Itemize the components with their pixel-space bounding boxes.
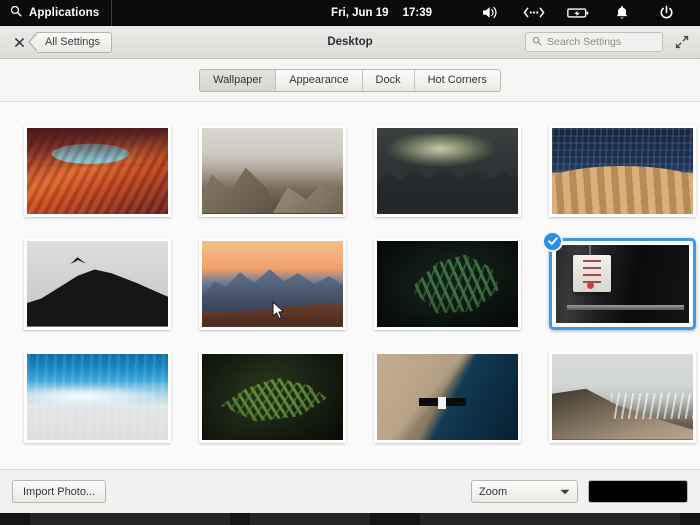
system-tray <box>468 0 700 26</box>
wallpaper-cell[interactable] <box>535 114 700 227</box>
wallpaper-snowy-mountains[interactable] <box>199 125 346 217</box>
import-photo-label: Import Photo... <box>23 486 95 498</box>
tab-appearance-label: Appearance <box>289 74 348 86</box>
tab-dock[interactable]: Dock <box>363 70 415 91</box>
search-placeholder: Search Settings <box>547 36 621 48</box>
all-settings-label: All Settings <box>41 36 100 48</box>
tab-hot-corners[interactable]: Hot Corners <box>415 70 500 91</box>
wallpaper-misty-forest[interactable] <box>374 125 521 217</box>
applications-menu[interactable]: Applications <box>0 0 111 26</box>
panel-divider <box>111 0 112 26</box>
tab-wallpaper-label: Wallpaper <box>213 74 262 86</box>
wallpaper-cell[interactable] <box>360 340 535 453</box>
applications-label: Applications <box>29 7 99 19</box>
zoom-dropdown[interactable]: Zoom <box>471 480 578 503</box>
wallpaper-cell[interactable] <box>185 227 360 340</box>
wallpaper-sunset-mountains[interactable] <box>199 238 346 330</box>
close-button[interactable] <box>9 32 29 52</box>
zoom-value-label: Zoom <box>479 486 507 498</box>
wallpaper-cell[interactable] <box>535 340 700 453</box>
wallpaper-wooden-dock[interactable] <box>549 125 696 217</box>
wallpaper-aerial-coast[interactable] <box>374 351 521 443</box>
wallpaper-cell[interactable] <box>360 114 535 227</box>
wallpaper-coastal-cliff[interactable] <box>549 351 696 443</box>
network-icon[interactable] <box>512 0 556 26</box>
background-color-button[interactable] <box>588 480 688 503</box>
tab-appearance[interactable]: Appearance <box>276 70 362 91</box>
tab-dock-label: Dock <box>376 74 401 86</box>
wallpaper-cedar-branch[interactable] <box>199 351 346 443</box>
tab-group: Wallpaper Appearance Dock Hot Corners <box>199 69 501 92</box>
tab-hot-corners-label: Hot Corners <box>428 74 487 86</box>
volume-icon[interactable] <box>468 0 512 26</box>
import-photo-button[interactable]: Import Photo... <box>12 480 106 503</box>
desktop-dock-strip <box>0 513 700 525</box>
battery-icon[interactable] <box>556 0 600 26</box>
search-icon <box>532 33 542 51</box>
tab-wallpaper[interactable]: Wallpaper <box>200 70 276 91</box>
wallpaper-grid-area <box>0 102 700 469</box>
search-icon <box>10 5 22 20</box>
wallpaper-grid <box>10 114 690 453</box>
wallpaper-cell[interactable] <box>360 227 535 340</box>
wallpaper-antelope-canyon[interactable] <box>24 125 171 217</box>
wallpaper-cell[interactable] <box>10 340 185 453</box>
search-settings-input[interactable]: Search Settings <box>525 32 663 52</box>
wallpaper-ocean-beach[interactable] <box>24 351 171 443</box>
desktop-screen: Applications Fri, Jun 19 17:39 <box>0 0 700 525</box>
wallpaper-cell[interactable] <box>10 227 185 340</box>
top-panel: Applications Fri, Jun 19 17:39 <box>0 0 700 26</box>
wallpaper-shelf-interior[interactable] <box>549 238 696 330</box>
wallpaper-cell[interactable] <box>535 227 700 340</box>
clock-area[interactable]: Fri, Jun 19 17:39 <box>331 7 432 19</box>
wallpaper-cell[interactable] <box>185 340 360 453</box>
bottom-action-bar: Import Photo... Zoom <box>0 469 700 513</box>
date-label: Fri, Jun 19 <box>331 7 389 19</box>
wallpaper-green-ferns[interactable] <box>374 238 521 330</box>
settings-window: All Settings Desktop Search Settings <box>0 26 700 513</box>
notifications-icon[interactable] <box>600 0 644 26</box>
bottom-right-controls: Zoom <box>471 480 688 503</box>
wallpaper-bird-over-hill[interactable] <box>24 238 171 330</box>
time-label: 17:39 <box>403 7 432 19</box>
chevron-down-icon <box>560 486 570 498</box>
selected-check-icon <box>542 231 563 252</box>
color-swatch <box>591 483 685 500</box>
wallpaper-cell[interactable] <box>185 114 360 227</box>
tab-bar: Wallpaper Appearance Dock Hot Corners <box>0 59 700 102</box>
maximize-icon[interactable] <box>673 33 691 51</box>
window-headerbar: All Settings Desktop Search Settings <box>0 26 700 59</box>
power-icon[interactable] <box>644 0 688 26</box>
all-settings-back-button[interactable]: All Settings <box>37 32 112 53</box>
wallpaper-cell[interactable] <box>10 114 185 227</box>
headerbar-right: Search Settings <box>525 32 691 52</box>
